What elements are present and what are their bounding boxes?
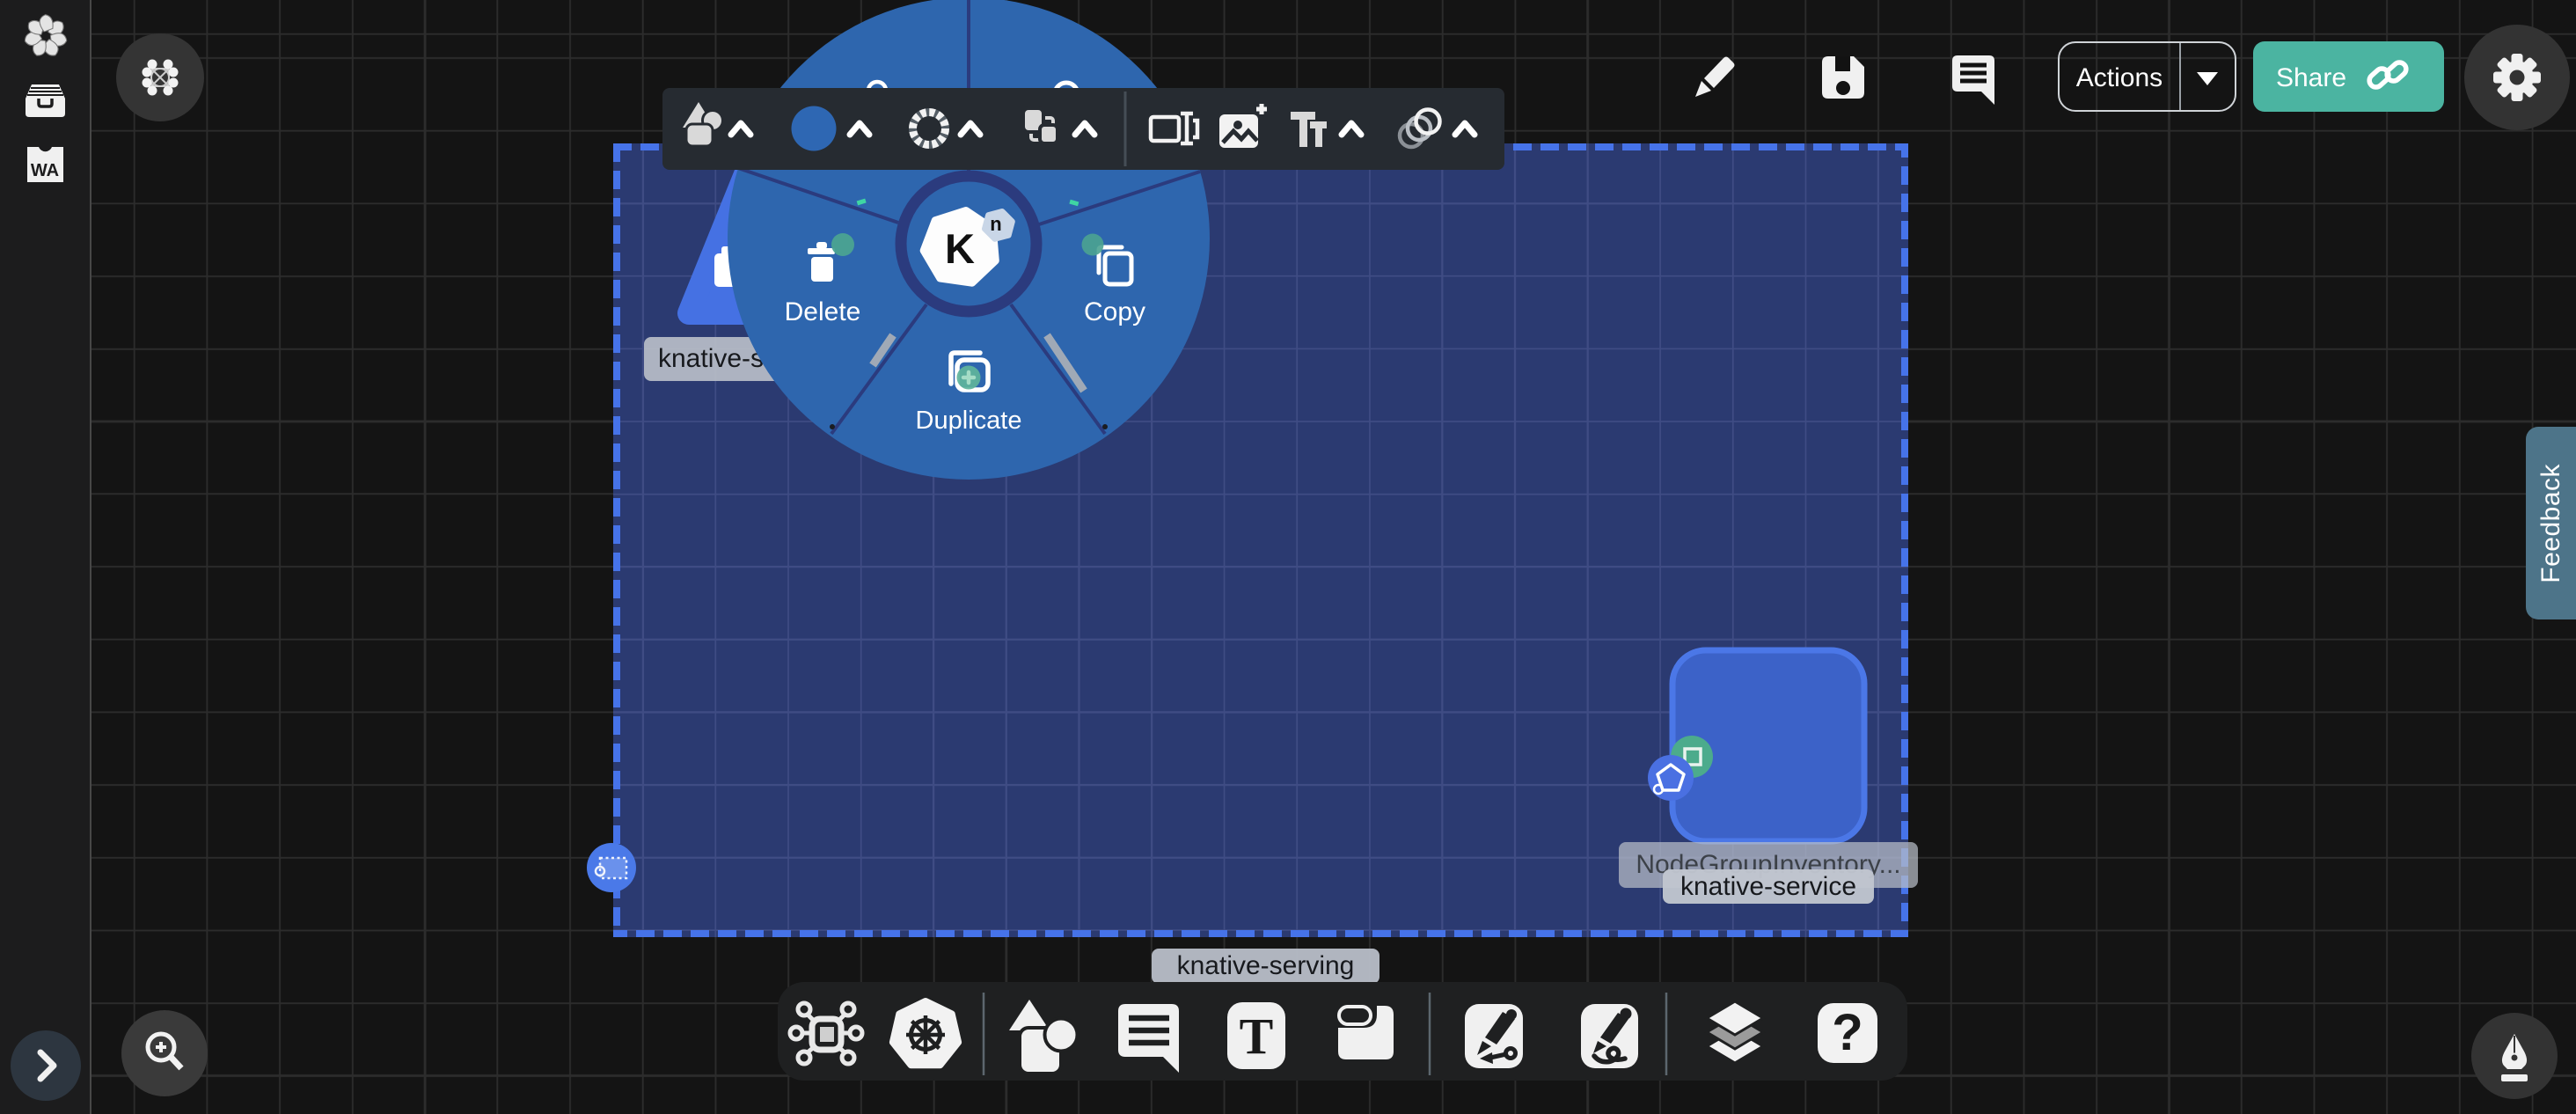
svg-text:Copy: Copy [1084, 297, 1145, 326]
svg-text:WA: WA [31, 161, 59, 180]
svg-text:Share: Share [2276, 63, 2346, 92]
svg-text:Actions: Actions [2076, 63, 2163, 92]
svg-text:n: n [990, 213, 1001, 235]
svg-text:Delete: Delete [785, 297, 861, 326]
svg-text:?: ? [1832, 1004, 1862, 1061]
svg-text:T: T [1240, 1008, 1274, 1065]
svg-text:Duplicate: Duplicate [916, 407, 1022, 435]
svg-text:K: K [945, 225, 975, 272]
